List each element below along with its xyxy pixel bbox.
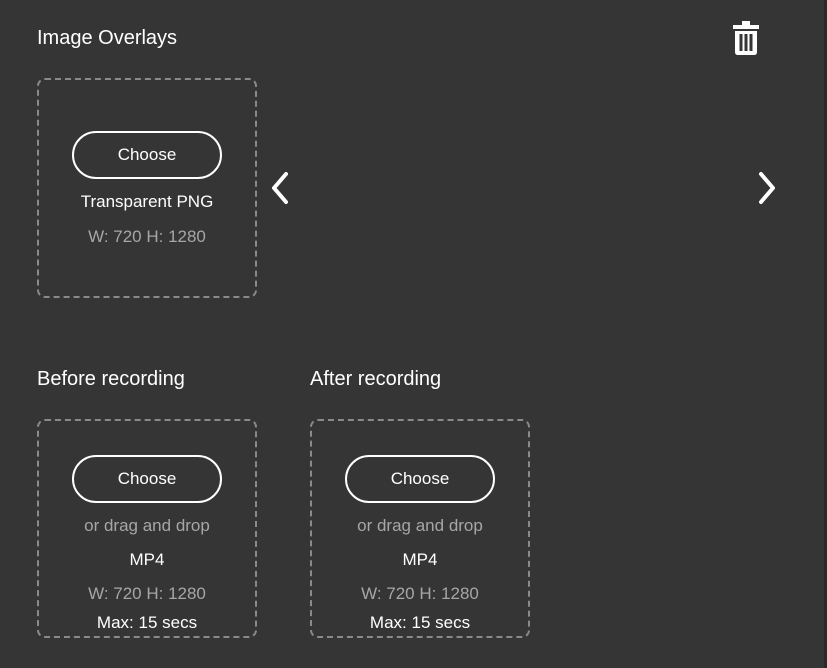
image-overlay-dropzone[interactable]: Choose Transparent PNG W: 720 H: 1280 [37, 78, 257, 298]
trash-icon[interactable] [733, 21, 759, 55]
after-recording-format: MP4 [402, 550, 438, 569]
image-overlay-choose-button[interactable]: Choose [72, 131, 222, 179]
after-recording-dropzone[interactable]: Choose or drag and drop MP4 W: 720 H: 12… [310, 419, 530, 638]
after-recording-drag-hint: or drag and drop [357, 516, 483, 535]
after-recording-dimensions: W: 720 H: 1280 [361, 584, 479, 603]
before-recording-max-length: Max: 15 secs [96, 613, 198, 632]
image-overlay-dimensions: W: 720 H: 1280 [88, 227, 206, 246]
before-recording-drag-hint: or drag and drop [84, 516, 210, 535]
image-overlay-format: Transparent PNG [80, 192, 214, 211]
image-overlays-title: Image Overlays [37, 27, 178, 49]
after-recording-max-length: Max: 15 secs [369, 613, 471, 632]
before-recording-choose-button[interactable]: Choose [72, 455, 222, 503]
before-recording-dimensions: W: 720 H: 1280 [88, 584, 206, 603]
chevron-left-icon[interactable] [267, 170, 293, 206]
before-recording-title: Before recording [37, 368, 185, 390]
before-recording-format: MP4 [129, 550, 165, 569]
chevron-right-icon[interactable] [754, 170, 780, 206]
after-recording-title: After recording [310, 368, 442, 390]
before-recording-dropzone[interactable]: Choose or drag and drop MP4 W: 720 H: 12… [37, 419, 257, 638]
after-recording-choose-button[interactable]: Choose [345, 455, 495, 503]
